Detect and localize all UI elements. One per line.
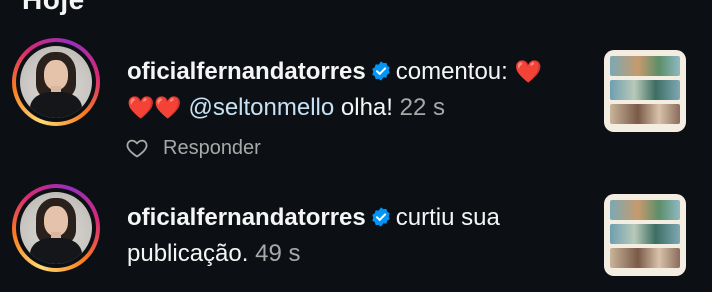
avatar-border <box>16 188 96 268</box>
post-thumbnail[interactable] <box>604 194 686 276</box>
username-link[interactable]: oficialfernandatorres <box>127 204 366 231</box>
action-text: comentou: <box>395 58 508 85</box>
section-header: Hoje <box>22 0 85 16</box>
thumbnail-frame <box>610 200 680 220</box>
heart-emojis: ❤️❤️ <box>127 95 182 120</box>
like-heart-icon[interactable] <box>125 136 149 160</box>
action-text-continued: publicação. <box>127 240 249 267</box>
thumbnail-frame <box>610 224 680 244</box>
avatar-body <box>30 92 82 118</box>
story-ring[interactable] <box>12 184 100 272</box>
avatar-body <box>30 238 82 264</box>
thumbnail-frame <box>610 56 680 76</box>
story-ring[interactable] <box>12 38 100 126</box>
verified-badge-icon <box>372 207 390 227</box>
post-thumbnail[interactable] <box>604 50 686 132</box>
reply-button[interactable]: Responder <box>163 137 261 160</box>
avatar[interactable] <box>20 192 92 264</box>
notification-comment[interactable]: oficialfernandatorres comentou: ❤️ ❤️❤️ … <box>0 38 712 168</box>
username-link[interactable]: oficialfernandatorres <box>127 58 366 85</box>
reply-row: Responder <box>125 133 261 163</box>
notification-text: oficialfernandatorres comentou: ❤️ ❤️❤️ … <box>127 54 577 126</box>
comment-text: olha! <box>340 94 393 121</box>
action-text: curtiu sua <box>395 204 500 231</box>
thumbnail-frame <box>610 104 680 124</box>
avatar[interactable] <box>20 46 92 118</box>
notification-like[interactable]: oficialfernandatorres curtiu sua publica… <box>0 182 712 292</box>
thumbnail-frame <box>610 80 680 100</box>
timestamp: 49 s <box>255 240 301 267</box>
thumbnail-frame <box>610 248 680 268</box>
notification-text: oficialfernandatorres curtiu sua publica… <box>127 200 577 272</box>
verified-badge-icon <box>372 61 390 81</box>
heart-emoji: ❤️ <box>514 59 542 84</box>
mention-link[interactable]: @seltonmello <box>188 94 334 121</box>
timestamp: 22 s <box>399 94 445 121</box>
avatar-border <box>16 42 96 122</box>
